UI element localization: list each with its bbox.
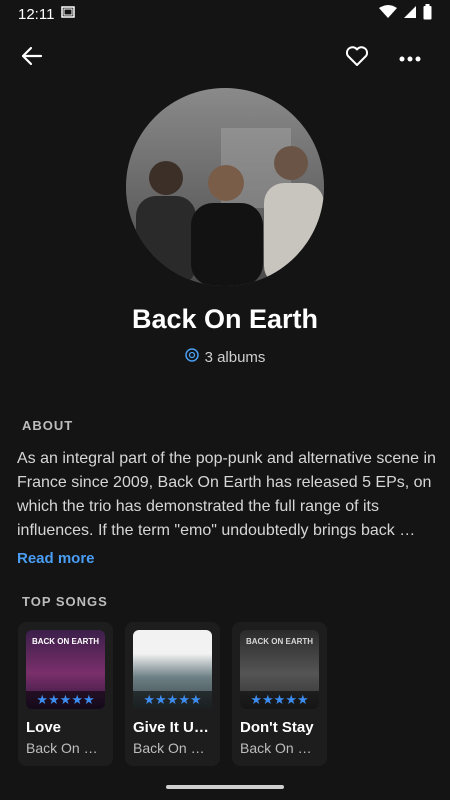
about-heading: ABOUT: [22, 418, 74, 433]
read-more-link[interactable]: Read more: [17, 550, 95, 567]
rating-stars: ★★★★★: [133, 691, 212, 709]
status-bar: 12:11: [0, 0, 450, 28]
top-songs-list: BACK ON EARTH ★★★★★ Love Back On E… ★★★★…: [18, 622, 327, 766]
song-card[interactable]: BACK ON EARTH ★★★★★ Love Back On E…: [18, 622, 113, 766]
status-time: 12:11: [18, 5, 55, 23]
song-title: Give It Up…: [133, 719, 212, 736]
song-artist: Back On E…: [133, 740, 212, 756]
song-cover: BACK ON EARTH ★★★★★: [26, 630, 105, 709]
cover-text: BACK ON EARTH: [245, 637, 314, 646]
screenshot-icon: [60, 5, 76, 23]
album-count: 3 albums: [0, 348, 450, 366]
heart-outline-icon: [345, 45, 369, 72]
vinyl-disc-icon: [184, 348, 199, 366]
home-indicator[interactable]: [166, 785, 284, 789]
artist-name: Back On Earth: [131, 304, 319, 334]
song-artist: Back On E…: [26, 740, 105, 756]
song-card[interactable]: BACK ON EARTH ★★★★★ Don't Stay Back On E…: [232, 622, 327, 766]
song-artist: Back On E…: [240, 740, 319, 756]
battery-icon: [423, 4, 432, 24]
song-card[interactable]: ★★★★★ Give It Up… Back On E…: [125, 622, 220, 766]
signal-icon: [403, 5, 417, 23]
album-count-label: 3 albums: [204, 348, 266, 366]
top-songs-heading: TOP SONGS: [22, 594, 108, 609]
arrow-left-icon: [21, 45, 43, 72]
wifi-icon: [379, 5, 397, 23]
more-button[interactable]: [390, 38, 430, 78]
app-bar: [0, 38, 450, 78]
favorite-button[interactable]: [337, 38, 377, 78]
cover-text: BACK ON EARTH: [31, 637, 100, 646]
song-title: Love: [26, 719, 62, 736]
rating-stars: ★★★★★: [240, 691, 319, 709]
about-text: As an integral part of the pop-punk and …: [17, 450, 436, 539]
artist-photo: [126, 88, 324, 286]
back-button[interactable]: [12, 38, 52, 78]
more-horizontal-icon: [399, 49, 421, 67]
song-title: Don't Stay: [240, 719, 314, 736]
song-cover: ★★★★★: [133, 630, 212, 709]
rating-stars: ★★★★★: [26, 691, 105, 709]
song-cover: BACK ON EARTH ★★★★★: [240, 630, 319, 709]
